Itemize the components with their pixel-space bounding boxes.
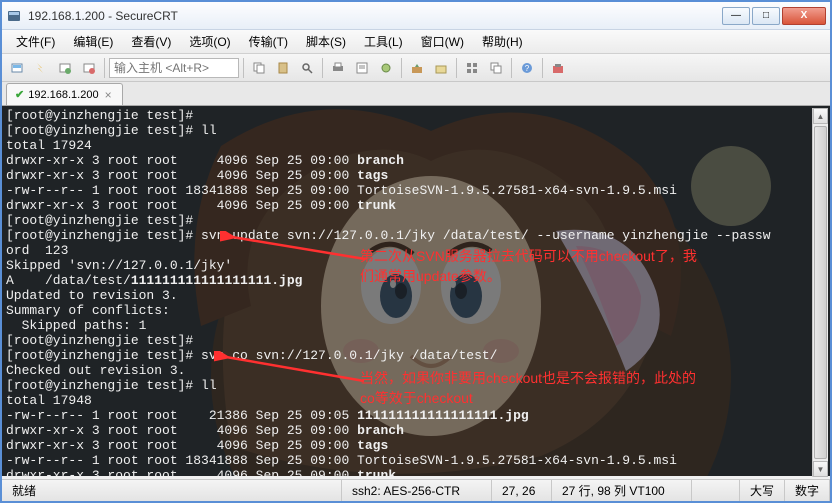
scroll-thumb[interactable] [814, 126, 827, 459]
properties-icon[interactable] [351, 57, 373, 79]
cascade-icon[interactable] [485, 57, 507, 79]
tabbar: ✔ 192.168.1.200 × [2, 82, 830, 106]
disconnect-icon[interactable] [78, 57, 100, 79]
grid-icon[interactable] [461, 57, 483, 79]
status-num: 数字 [785, 480, 830, 501]
menu-options[interactable]: 选项(O) [181, 31, 238, 52]
sftp-icon[interactable] [430, 57, 452, 79]
status-ready: 就绪 [2, 480, 342, 501]
status-caps: 大写 [740, 480, 785, 501]
menu-edit[interactable]: 编辑(E) [65, 31, 121, 52]
tab-close-button[interactable]: × [103, 88, 114, 102]
host-input[interactable] [109, 58, 239, 78]
find-icon[interactable] [296, 57, 318, 79]
close-button[interactable]: X [782, 7, 826, 25]
paste-icon[interactable] [272, 57, 294, 79]
maximize-button[interactable]: □ [752, 7, 780, 25]
status-ssh: ssh2: AES-256-CTR [342, 480, 492, 501]
connected-icon: ✔ [15, 88, 24, 101]
transfer-icon[interactable] [406, 57, 428, 79]
titlebar: 192.168.1.200 - SecureCRT — □ X [2, 2, 830, 30]
menu-help[interactable]: 帮助(H) [474, 31, 531, 52]
settings-icon[interactable] [375, 57, 397, 79]
status-position: 27, 26 [492, 480, 552, 501]
print-icon[interactable] [327, 57, 349, 79]
window-title: 192.168.1.200 - SecureCRT [28, 9, 722, 23]
minimize-button[interactable]: — [722, 7, 750, 25]
menu-transfer[interactable]: 传输(T) [241, 31, 296, 52]
scroll-up-button[interactable]: ▲ [813, 108, 828, 124]
annotation-2: 当然，如果你非要用checkout也是不会报错的，此处的 co等效于checko… [360, 368, 696, 408]
menubar: 文件(F) 编辑(E) 查看(V) 选项(O) 传输(T) 脚本(S) 工具(L… [2, 30, 830, 54]
terminal-text: [root@yinzhengjie test]#[root@yinzhengji… [2, 106, 830, 476]
menu-script[interactable]: 脚本(S) [298, 31, 354, 52]
toolbar: ? [2, 54, 830, 82]
arrow-1-icon [220, 231, 370, 271]
tab-label: 192.168.1.200 [28, 89, 98, 101]
toolbox-icon[interactable] [547, 57, 569, 79]
session-tab[interactable]: ✔ 192.168.1.200 × [6, 83, 123, 105]
menu-window[interactable]: 窗口(W) [413, 31, 472, 52]
svg-text:?: ? [525, 64, 530, 73]
status-size: 27 行, 98 列 VT100 [552, 480, 692, 501]
menu-view[interactable]: 查看(V) [123, 31, 179, 52]
menu-tools[interactable]: 工具(L) [356, 31, 411, 52]
reconnect-icon[interactable] [54, 57, 76, 79]
quick-connect-icon[interactable] [30, 57, 52, 79]
help-icon[interactable]: ? [516, 57, 538, 79]
scroll-down-button[interactable]: ▼ [813, 461, 828, 477]
scrollbar[interactable]: ▲ ▼ [812, 108, 828, 477]
app-icon [6, 8, 22, 24]
copy-icon[interactable] [248, 57, 270, 79]
terminal[interactable]: [root@yinzhengjie test]#[root@yinzhengji… [2, 106, 830, 476]
menu-file[interactable]: 文件(F) [8, 31, 63, 52]
annotation-1: 第二次从SVN服务器拉去代码可以不用checkout了，我 们通常用update… [360, 246, 697, 286]
arrow-2-icon [214, 351, 369, 393]
connect-icon[interactable] [6, 57, 28, 79]
statusbar: 就绪 ssh2: AES-256-CTR 27, 26 27 行, 98 列 V… [2, 479, 830, 501]
